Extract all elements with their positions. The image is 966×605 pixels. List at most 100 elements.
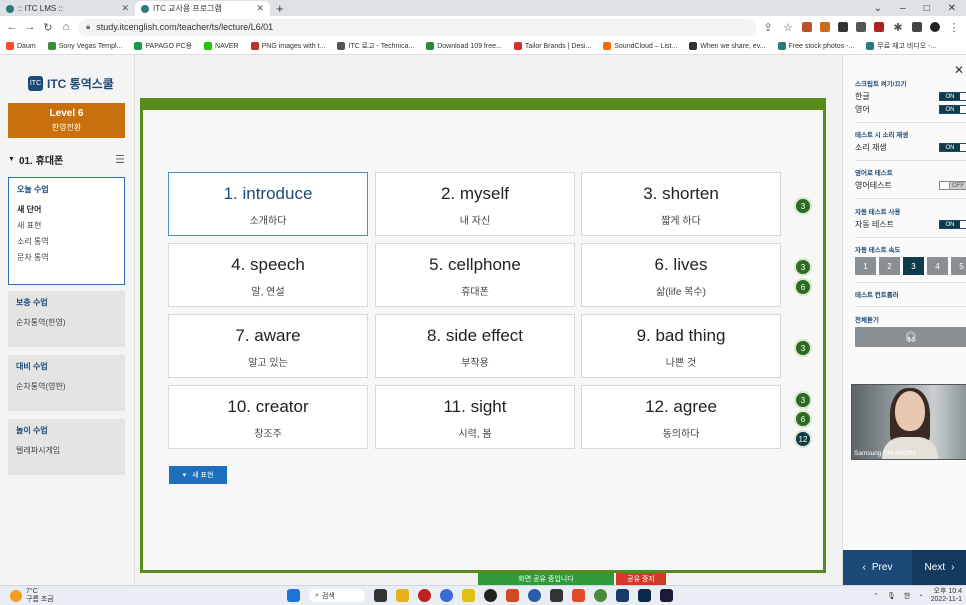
speed-option[interactable]: 3 bbox=[903, 257, 924, 275]
chrome-icon[interactable] bbox=[594, 589, 607, 602]
list-icon[interactable]: ☰ bbox=[115, 153, 125, 166]
photoshop-icon[interactable] bbox=[638, 589, 651, 602]
word-card[interactable]: 2. myself 내 자신 bbox=[375, 172, 575, 236]
speed-option[interactable]: 2 bbox=[879, 257, 900, 275]
kakaotalk-icon[interactable] bbox=[462, 589, 475, 602]
close-window-icon[interactable]: ✕ bbox=[948, 3, 956, 14]
sidebar-item-consecutive-ko-en[interactable]: 순차통역(한영) bbox=[16, 317, 117, 328]
extension-icon[interactable] bbox=[838, 22, 848, 32]
task-view-icon[interactable] bbox=[374, 589, 387, 602]
word-card[interactable]: 7. aware 알고 있는 bbox=[168, 314, 368, 378]
webcam-video[interactable]: Samsung SM-S908N bbox=[851, 384, 966, 460]
stop-sharing-button[interactable]: 공유 중지 bbox=[616, 573, 666, 585]
bookmark-item[interactable]: When we share, ev... bbox=[689, 42, 766, 50]
app-icon[interactable] bbox=[572, 589, 585, 602]
bookmark-item[interactable]: PNG images with t... bbox=[250, 42, 325, 50]
app-icon[interactable] bbox=[550, 589, 563, 602]
extension-icon[interactable] bbox=[820, 22, 830, 32]
sidebar-item-consecutive-en-ko[interactable]: 순차통역(영한) bbox=[16, 381, 117, 392]
star-icon[interactable]: ☆ bbox=[782, 21, 794, 34]
windows-start-icon[interactable] bbox=[287, 589, 300, 602]
close-panel-icon[interactable]: ✕ bbox=[954, 63, 964, 77]
new-expression-button[interactable]: ▾ 새 표현 bbox=[169, 466, 227, 484]
count-badge[interactable]: 3 bbox=[794, 197, 812, 215]
back-icon[interactable]: ← bbox=[6, 21, 18, 33]
english-toggle[interactable]: ON bbox=[939, 105, 966, 114]
bookmark-item[interactable]: Free stock photos -... bbox=[777, 42, 854, 50]
bookmark-item[interactable]: SoundCloud – List... bbox=[603, 42, 677, 50]
word-card[interactable]: 12. agree 동의하다 bbox=[581, 385, 781, 449]
sidebar-item-new-expressions[interactable]: 새 표현 bbox=[17, 220, 116, 231]
word-card[interactable]: 9. bad thing 나쁜 것 bbox=[581, 314, 781, 378]
next-button[interactable]: Next › bbox=[912, 550, 966, 585]
close-icon[interactable]: ✕ bbox=[256, 3, 264, 14]
chapter-header[interactable]: ▼ 01. 휴대폰 ☰ bbox=[8, 152, 125, 167]
sidebar-item-new-words[interactable]: 새 단어 bbox=[17, 204, 116, 215]
puzzle-icon[interactable]: ✱ bbox=[892, 21, 904, 34]
extension-icon[interactable] bbox=[802, 22, 812, 32]
maximize-icon[interactable]: □ bbox=[924, 3, 930, 14]
prev-button[interactable]: ‹ Prev bbox=[843, 550, 912, 585]
word-card[interactable]: 6. lives 삶(life 복수) bbox=[581, 243, 781, 307]
wifi-icon[interactable]: ◔ bbox=[918, 593, 922, 600]
sidebar-item-telepathy-game[interactable]: 텔레파시게임 bbox=[16, 445, 117, 456]
word-card[interactable]: 10. creator 창조주 bbox=[168, 385, 368, 449]
forward-icon[interactable]: → bbox=[24, 21, 36, 33]
itc-logo[interactable]: ITC ITC 통역스쿨 bbox=[28, 75, 114, 92]
url-field[interactable]: 🔒︎ study.itcenglish.com/teacher/ts/lectu… bbox=[78, 18, 756, 36]
word-card[interactable]: 4. speech 말, 연설 bbox=[168, 243, 368, 307]
powerpoint-icon[interactable] bbox=[506, 589, 519, 602]
tab-itc-lms[interactable]: :: ITC LMS :: ✕ bbox=[0, 1, 135, 16]
listen-all-button[interactable]: 🎧︎ bbox=[855, 327, 966, 347]
count-badge[interactable]: 12 bbox=[794, 430, 812, 448]
mic-icon[interactable]: 🎙︎ bbox=[887, 592, 896, 600]
word-card[interactable]: 8. side effect 부작용 bbox=[375, 314, 575, 378]
home-icon[interactable]: ⌂ bbox=[60, 21, 72, 33]
sidebar-item-text-interpretation[interactable]: 문자 통역 bbox=[17, 252, 116, 263]
speed-option[interactable]: 1 bbox=[855, 257, 876, 275]
app-icon[interactable] bbox=[418, 589, 431, 602]
korean-toggle[interactable]: ON bbox=[939, 92, 966, 101]
premiere-icon[interactable] bbox=[660, 589, 673, 602]
bookmark-item[interactable]: Daum bbox=[6, 42, 36, 50]
app-icon[interactable] bbox=[528, 589, 541, 602]
file-explorer-icon[interactable] bbox=[396, 589, 409, 602]
clock[interactable]: 오후 10:4 2022-11-1 bbox=[931, 588, 962, 604]
new-tab-button[interactable]: + bbox=[270, 1, 290, 16]
bookmark-item[interactable]: PAPAGO PC용 bbox=[134, 41, 192, 51]
bookmark-item[interactable]: NAVER bbox=[204, 42, 239, 50]
word-card[interactable]: 3. shorten 짧게 하다 bbox=[581, 172, 781, 236]
tab-itc-teacher[interactable]: ITC 교사용 프로그램 ✕ bbox=[135, 1, 270, 16]
share-icon[interactable]: ⇪ bbox=[762, 21, 774, 34]
count-badge[interactable]: 3 bbox=[794, 391, 812, 409]
vegas-icon[interactable] bbox=[616, 589, 629, 602]
app-icon[interactable] bbox=[484, 589, 497, 602]
taskbar-search[interactable]: ⌕ 검색 bbox=[309, 589, 365, 602]
count-badge[interactable]: 3 bbox=[794, 258, 812, 276]
bookmark-item[interactable]: Tailor Brands | Desi... bbox=[513, 42, 591, 50]
word-card[interactable]: 1. introduce 소개하다 bbox=[168, 172, 368, 236]
language-indicator[interactable]: 한 bbox=[904, 591, 910, 601]
bookmark-item[interactable]: Download 109 free... bbox=[426, 42, 502, 50]
chevron-up-icon[interactable]: ⌃ bbox=[873, 592, 879, 600]
count-badge[interactable]: 6 bbox=[794, 278, 812, 296]
reload-icon[interactable]: ↻ bbox=[42, 21, 54, 34]
avatar[interactable] bbox=[930, 22, 940, 32]
app-icon[interactable] bbox=[440, 589, 453, 602]
bookmark-item[interactable]: Sony Vegas Templ... bbox=[47, 42, 122, 50]
extension-icon[interactable] bbox=[856, 22, 866, 32]
speed-option[interactable]: 4 bbox=[927, 257, 948, 275]
english-test-toggle[interactable]: OFF bbox=[939, 181, 966, 190]
minimize-icon[interactable]: – bbox=[900, 3, 906, 14]
count-badge[interactable]: 6 bbox=[794, 410, 812, 428]
sound-toggle[interactable]: ON bbox=[939, 143, 966, 152]
word-card[interactable]: 5. cellphone 휴대폰 bbox=[375, 243, 575, 307]
speed-option[interactable]: 5 bbox=[951, 257, 966, 275]
weather-widget[interactable]: 7°C 구름 조금 bbox=[10, 588, 54, 604]
count-badge[interactable]: 3 bbox=[794, 339, 812, 357]
bookmark-item[interactable]: 무료 재고 비디오 -... bbox=[866, 41, 936, 51]
extension-icon[interactable] bbox=[874, 22, 884, 32]
chevron-down-icon[interactable]: ⌄ bbox=[874, 3, 882, 14]
menu-icon[interactable]: ⋮ bbox=[948, 21, 960, 34]
bookmark-item[interactable]: ITC 로고 - Technica... bbox=[337, 41, 414, 51]
